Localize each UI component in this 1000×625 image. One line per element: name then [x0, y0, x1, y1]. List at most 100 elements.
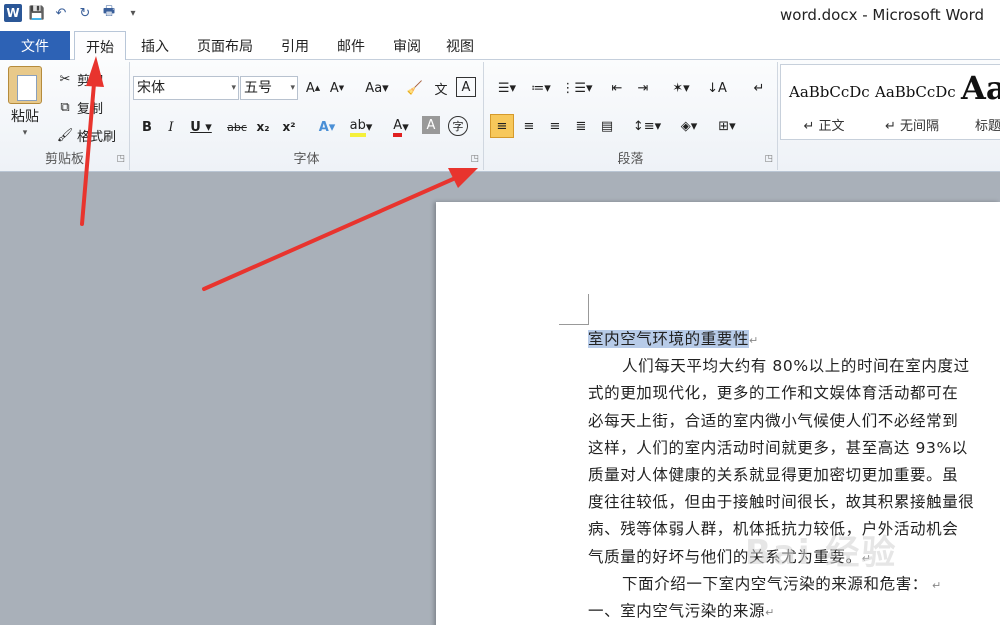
paragraph-group-label: 段落	[617, 152, 644, 167]
sort-icon[interactable]: ↓A	[706, 77, 728, 99]
paste-dropdown-icon: ▾	[22, 128, 28, 138]
tab-mailings[interactable]: 邮件	[326, 31, 376, 60]
font-size-dropdown-icon: ▾	[290, 83, 295, 93]
style-no-spacing-sample: AaBbCcDc	[875, 83, 956, 101]
font-launcher-icon[interactable]: ◳	[470, 154, 479, 164]
phonetic-guide-icon[interactable]: 文	[430, 77, 452, 99]
numbering-icon[interactable]: ≔▾	[526, 77, 556, 99]
format-painter-button[interactable]: 🖌 格式刷	[56, 126, 116, 145]
style-no-spacing[interactable]: AaBbCcDc ↵ 无间隔	[867, 65, 957, 139]
body-line[interactable]: 必每天上街，合适的室内微小气候使人们不必经常到	[588, 408, 1000, 435]
crop-mark-vertical	[588, 294, 589, 325]
body-line[interactable]: 人们每天平均大约有 80%以上的时间在室内度过	[588, 353, 1000, 380]
body-line[interactable]: 质量对人体健康的关系就显得更加密切更加重要。虽	[588, 462, 1000, 489]
copy-button[interactable]: ⧉ 复制	[56, 98, 103, 117]
subscript-icon[interactable]: x₂	[252, 116, 274, 138]
copy-label: 复制	[77, 102, 104, 117]
font-name-combo[interactable]: 宋体 ▾	[133, 76, 239, 100]
undo-icon[interactable]: ↶	[52, 4, 70, 22]
superscript-icon[interactable]: x²	[278, 116, 300, 138]
style-normal-sample: AaBbCcDc	[789, 83, 870, 101]
ribbon: 粘贴 ▾ ✂ 剪切 ⧉ 复制 🖌 格式刷 剪贴板 ◳ 宋体 ▾ 五号 ▾ A ▲ …	[0, 60, 1000, 172]
document-page[interactable]: 室内空气环境的重要性↵ 人们每天平均大约有 80%以上的时间在室内度过 式的更加…	[436, 202, 1000, 625]
character-shading-icon[interactable]: A	[422, 116, 440, 134]
increase-indent-icon[interactable]: ⇥	[632, 77, 654, 99]
paragraph-mark: ↵	[765, 605, 775, 619]
body-line[interactable]: 度往往较低，但由于接触时间很长，故其积累接触量很	[588, 489, 1000, 516]
show-marks-icon[interactable]: ↵	[748, 77, 770, 99]
intro-line[interactable]: 下面介绍一下室内空气污染的来源和危害： ↵	[588, 571, 1000, 598]
body-line[interactable]: 这样，人们的室内活动时间就更多，甚至高达 93%以	[588, 435, 1000, 462]
align-left-icon[interactable]: ≡	[490, 114, 514, 138]
watermark: Bai 经验	[745, 533, 898, 573]
chinese-layout-icon[interactable]: ✶▾	[666, 77, 696, 99]
borders-icon[interactable]: ⊞▾	[712, 115, 742, 137]
bold-icon[interactable]: B	[136, 116, 158, 138]
selected-heading[interactable]: 室内空气环境的重要性	[588, 330, 750, 348]
heading-line[interactable]: 室内空气环境的重要性↵	[588, 326, 1000, 353]
paste-button[interactable]: 粘贴 ▾	[8, 66, 42, 138]
section-text: 一、室内空气污染的来源	[588, 601, 766, 620]
align-right-icon[interactable]: ≡	[544, 115, 566, 137]
strikethrough-icon[interactable]: abc	[224, 116, 250, 138]
print-preview-icon[interactable]: 🖶	[100, 4, 118, 22]
tab-insert[interactable]: 插入	[132, 31, 178, 60]
underline-icon[interactable]: U ▾	[186, 116, 216, 138]
paragraph-mark: ↵	[927, 578, 942, 592]
title-bar: W 💾 ↶ ↻ 🖶 ▾ word.docx - Microsoft Word	[0, 0, 1000, 30]
line-spacing-icon[interactable]: ↕≡▾	[632, 115, 662, 137]
word-app-icon[interactable]: W	[4, 4, 22, 22]
document-text[interactable]: 室内空气环境的重要性↵ 人们每天平均大约有 80%以上的时间在室内度过 式的更加…	[588, 326, 1000, 625]
clipboard-launcher-icon[interactable]: ◳	[116, 154, 125, 164]
scissors-icon: ✂	[59, 72, 71, 87]
redo-icon[interactable]: ↻	[76, 4, 94, 22]
section-line[interactable]: 一、室内空气污染的来源↵	[588, 598, 1000, 625]
intro-text: 下面介绍一下室内空气污染的来源和危害：	[622, 574, 928, 593]
clear-formatting-icon[interactable]: 🧹	[404, 77, 426, 99]
save-icon[interactable]: 💾	[28, 4, 46, 22]
body-line[interactable]: 式的更加现代化，更多的工作和文娱体育活动都可在	[588, 380, 1000, 407]
tab-references[interactable]: 引用	[270, 31, 320, 60]
style-heading-sample: Aa	[961, 69, 1000, 107]
copy-icon: ⧉	[60, 100, 70, 115]
distributed-icon[interactable]: ▤	[596, 115, 618, 137]
tab-view[interactable]: 视图	[437, 31, 483, 60]
style-heading[interactable]: Aa 标题	[957, 65, 1000, 139]
change-case-icon[interactable]: Aa▾	[362, 77, 392, 99]
text-effects-icon[interactable]: A▾	[312, 116, 342, 138]
font-name-dropdown-icon: ▾	[231, 83, 236, 93]
shrink-font-icon[interactable]: A ▼	[326, 77, 348, 99]
style-no-spacing-name: ↵ 无间隔	[884, 119, 940, 134]
customize-qat-icon[interactable]: ▾	[124, 4, 142, 22]
font-group: 宋体 ▾ 五号 ▾ A ▲ A ▼ Aa▾ 🧹 文 A B I U ▾ abc x₂…	[130, 62, 484, 170]
tab-home[interactable]: 开始	[74, 31, 126, 61]
tab-file[interactable]: 文件	[0, 31, 70, 60]
clipboard-group: 粘贴 ▾ ✂ 剪切 ⧉ 复制 🖌 格式刷 剪贴板 ◳	[0, 62, 130, 170]
shading-icon[interactable]: ◈▾	[674, 115, 704, 137]
ribbon-tabs: 文件 开始 插入 页面布局 引用 邮件 审阅 视图	[0, 30, 1000, 61]
tab-page-layout[interactable]: 页面布局	[188, 31, 262, 60]
decrease-indent-icon[interactable]: ⇤	[606, 77, 628, 99]
cut-button[interactable]: ✂ 剪切	[56, 70, 103, 89]
character-border-icon[interactable]: A	[456, 77, 476, 97]
align-center-icon[interactable]: ≡	[518, 115, 540, 137]
crop-mark-horizontal	[559, 324, 589, 325]
style-normal[interactable]: AaBbCcDc ↵ 正文	[781, 65, 870, 139]
italic-icon[interactable]: I	[160, 116, 182, 138]
paste-icon	[8, 66, 42, 104]
font-size-value: 五号	[244, 80, 272, 96]
tab-review[interactable]: 审阅	[382, 31, 432, 60]
font-size-combo[interactable]: 五号 ▾	[240, 76, 298, 100]
bullets-icon[interactable]: ☰▾	[492, 77, 522, 99]
grow-font-icon[interactable]: A ▲	[302, 77, 324, 99]
justify-icon[interactable]: ≣	[570, 115, 592, 137]
font-name-value: 宋体	[137, 80, 165, 96]
window-title: word.docx - Microsoft Word	[780, 6, 984, 24]
font-color-icon[interactable]: A ▾	[386, 116, 416, 138]
highlight-color-icon[interactable]: ab ▾	[346, 116, 376, 138]
clipboard-group-label: 剪贴板	[44, 152, 84, 167]
font-group-label: 字体	[293, 152, 320, 167]
paragraph-launcher-icon[interactable]: ◳	[764, 154, 773, 164]
multilevel-list-icon[interactable]: ⋮☰▾	[561, 77, 592, 99]
enclosed-character-icon[interactable]: 字	[448, 116, 468, 136]
